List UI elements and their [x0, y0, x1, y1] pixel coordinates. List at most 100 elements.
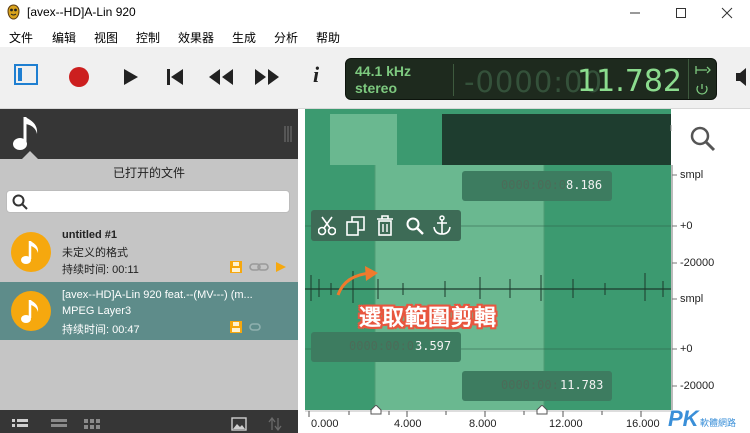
watermark-logo: PK	[668, 406, 699, 431]
cursor-position: 8.186	[566, 178, 603, 192]
panel-pointer	[21, 151, 39, 160]
amplitude-label: +0	[680, 343, 693, 355]
time-label: 8.000	[469, 418, 497, 430]
file-list-item[interactable]: untitled #1 未定义的格式 持续时间: 00:11	[0, 224, 298, 280]
audio-file-avatar	[11, 291, 51, 331]
channel-mode: stereo	[355, 80, 398, 96]
fast-forward-icon[interactable]	[254, 68, 280, 86]
menu-effects[interactable]: 效果器	[178, 29, 214, 46]
info-icon[interactable]: i	[313, 62, 319, 88]
display-side-controls	[688, 59, 716, 99]
skip-to-start-icon[interactable]	[166, 68, 184, 86]
menu-control[interactable]: 控制	[136, 29, 160, 46]
selection-start-ghost-digits: 0000:00:0	[349, 339, 415, 353]
menu-bar: 文件 编辑 视图 控制 效果器 生成 分析 帮助	[0, 25, 750, 47]
file-format: 未定义的格式	[62, 247, 128, 259]
rewind-icon[interactable]	[208, 68, 234, 86]
search-icon	[12, 194, 28, 210]
image-icon[interactable]	[231, 417, 247, 431]
files-panel-footer	[0, 410, 298, 433]
annotation-caption: 選取範圍剪輯	[359, 305, 498, 330]
amplitude-label: -20000	[680, 257, 715, 269]
selection-start-handle[interactable]	[370, 405, 382, 415]
amplitude-unit-label: smpl	[680, 293, 704, 305]
maximize-icon	[676, 7, 686, 18]
time-label: 4.000	[394, 418, 422, 430]
anchor-icon[interactable]	[432, 215, 452, 236]
list-view-icon[interactable]	[12, 419, 28, 431]
current-time: 11.782	[577, 64, 682, 99]
minimize-button[interactable]	[612, 0, 658, 25]
grid-view-icon[interactable]	[84, 419, 100, 431]
volume-icon[interactable]	[734, 67, 750, 87]
link-icon[interactable]	[249, 322, 269, 332]
file-name: untitled #1	[62, 229, 118, 241]
files-panel-header	[0, 109, 298, 159]
zoom-icon[interactable]	[406, 217, 424, 235]
file-name: [avex--HD]A-Lin 920 feat.--(MV---) (m...	[62, 289, 253, 301]
app-logo-icon	[7, 4, 20, 20]
title-bar: [avex--HD]A-Lin 920	[0, 0, 750, 25]
play-icon[interactable]	[123, 68, 139, 86]
delete-icon[interactable]	[376, 215, 394, 236]
file-list-item-selected[interactable]: [avex--HD]A-Lin 920 feat.--(MV---) (m...…	[0, 282, 298, 340]
cursor-ghost-digits: 0000:00:0	[501, 178, 567, 192]
minimize-icon	[630, 12, 640, 13]
menu-generate[interactable]: 生成	[232, 29, 256, 46]
display-divider	[453, 64, 454, 96]
audio-file-avatar	[11, 232, 51, 272]
toolbar: i 44.1 kHz stereo -0000:00 11.782	[0, 47, 750, 109]
selection-end-time: 11.783	[560, 378, 604, 392]
menu-help[interactable]: 帮助	[316, 29, 340, 46]
loop-icon[interactable]	[695, 83, 709, 95]
record-icon[interactable]	[68, 66, 90, 88]
music-note-icon	[21, 300, 39, 323]
amplitude-unit-label: smpl	[680, 169, 704, 181]
toggle-sidebar-icon[interactable]	[14, 64, 38, 86]
file-search-input[interactable]	[6, 190, 290, 213]
cut-icon[interactable]	[318, 216, 336, 236]
waveform-canvas[interactable]	[305, 109, 671, 410]
menu-file[interactable]: 文件	[9, 29, 33, 46]
panel-resize-grip-icon[interactable]	[283, 126, 292, 142]
link-icon[interactable]	[249, 262, 269, 272]
time-label: 12.000	[549, 418, 583, 430]
window-title: [avex--HD]A-Lin 920	[27, 5, 136, 19]
compact-view-icon[interactable]	[51, 419, 67, 431]
menu-edit[interactable]: 编辑	[52, 29, 76, 46]
maximize-button[interactable]	[658, 0, 704, 25]
time-format-icon[interactable]	[695, 65, 711, 75]
amplitude-label: +0	[680, 220, 693, 232]
panel-resize-grip-icon[interactable]	[669, 109, 678, 131]
search-icon[interactable]	[690, 126, 716, 152]
play-file-icon[interactable]	[275, 261, 287, 273]
selection-start-time: 3.597	[415, 339, 452, 353]
time-display: 44.1 kHz stereo -0000:00 11.782	[345, 58, 717, 100]
time-label: 0.000	[311, 418, 339, 430]
close-icon	[721, 7, 733, 18]
site-watermark: PK 軟體網路	[668, 406, 750, 433]
save-icon[interactable]	[229, 260, 243, 274]
close-button[interactable]	[704, 0, 750, 25]
sort-icon[interactable]	[268, 417, 282, 431]
sample-rate: 44.1 kHz	[355, 63, 412, 79]
music-note-icon[interactable]	[12, 114, 46, 154]
save-icon[interactable]	[229, 320, 243, 334]
file-duration: 持续时间: 00:47	[62, 324, 140, 336]
file-duration: 持续时间: 00:11	[62, 264, 139, 276]
selection-end-ghost-digits: 0000:00:	[501, 378, 559, 392]
menu-analyze[interactable]: 分析	[274, 29, 298, 46]
selection-toolbar	[311, 210, 461, 241]
files-panel-title: 已打开的文件	[112, 166, 185, 180]
amplitude-label: -20000	[680, 380, 715, 392]
file-search-field[interactable]	[31, 193, 281, 210]
music-note-icon	[21, 241, 39, 264]
file-format: MPEG Layer3	[62, 305, 132, 317]
time-label: 16.000	[626, 418, 660, 430]
menu-view[interactable]: 视图	[94, 29, 118, 46]
copy-icon[interactable]	[346, 216, 366, 236]
watermark-subtext: 軟體網路	[700, 418, 737, 428]
selection-end-handle[interactable]	[536, 405, 548, 415]
amplitude-scale-ticks	[671, 165, 677, 410]
waveform-view[interactable]: 0000:00:0 8.186 0000:00:0 3.597 0000:00:…	[305, 109, 671, 410]
